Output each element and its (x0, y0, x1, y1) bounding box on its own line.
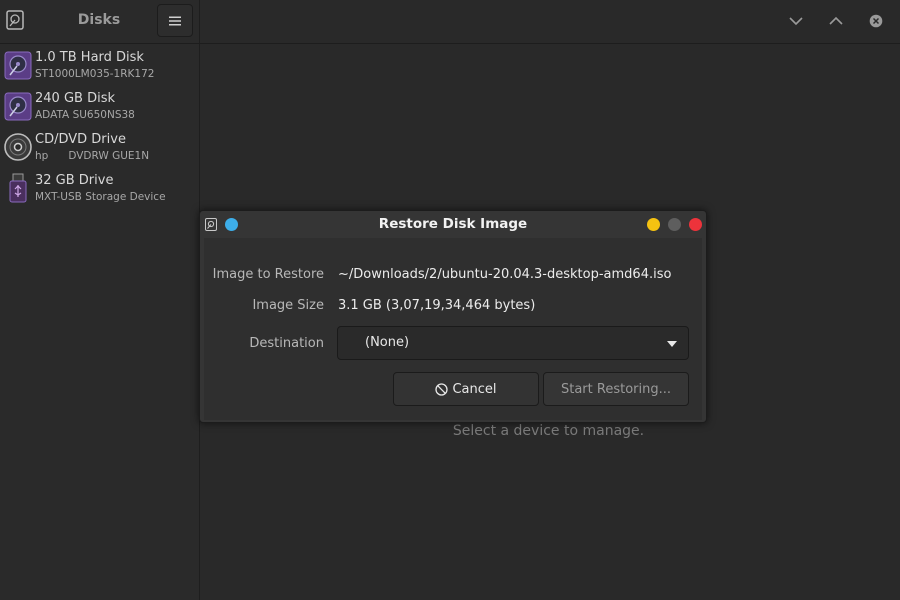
maximize-button[interactable] (827, 12, 845, 30)
dialog-close-button[interactable] (689, 218, 702, 231)
device-item-optical[interactable]: CD/DVD Drive hp DVDRW GUE1N (0, 130, 200, 171)
minimize-button[interactable] (787, 12, 805, 30)
close-button[interactable] (867, 12, 885, 30)
restore-disk-image-dialog: Restore Disk Image Image to Restore ~/Do… (199, 210, 707, 423)
dialog-maximize-button[interactable] (668, 218, 681, 231)
hamburger-menu-icon (169, 16, 181, 25)
device-item-hard-disk[interactable]: 1.0 TB Hard Disk ST1000LM035-1RK172 (0, 48, 200, 89)
optical-drive-icon (4, 133, 32, 161)
device-model: ADATA SU650NS38 (35, 109, 135, 121)
image-to-restore-value: ~/Downloads/2/ubuntu-20.04.3-desktop-amd… (338, 267, 672, 282)
device-model: hp DVDRW GUE1N (35, 150, 150, 162)
hard-disk-icon (4, 92, 32, 121)
device-name: 32 GB Drive (35, 173, 114, 188)
cancel-icon (435, 382, 449, 396)
destination-label: Destination (249, 336, 324, 351)
dialog-minimize-button[interactable] (647, 218, 660, 231)
device-name: CD/DVD Drive (35, 132, 126, 147)
device-list: 1.0 TB Hard Disk ST1000LM035-1RK172 240 … (0, 48, 200, 212)
disks-window: Disks 1.0 TB Hard Disk ST1000LM035-1RK17… (0, 0, 900, 600)
cancel-button-label: Cancel (452, 381, 497, 397)
empty-state-message: Select a device to manage. (452, 423, 645, 439)
hard-disk-icon (4, 51, 32, 80)
usb-drive-icon (9, 173, 27, 203)
destination-selected-value: (None) (365, 335, 410, 350)
image-size-label: Image Size (252, 298, 324, 313)
device-item-usb[interactable]: 32 GB Drive MXT-USB Storage Device (0, 171, 200, 212)
main-header (200, 0, 900, 44)
device-item-ssd[interactable]: 240 GB Disk ADATA SU650NS38 (0, 89, 200, 130)
cancel-button[interactable]: Cancel (393, 372, 539, 406)
dropdown-arrow-icon (667, 341, 677, 347)
start-restoring-label: Start Restoring... (560, 381, 671, 397)
device-model: ST1000LM035-1RK172 (35, 68, 155, 80)
device-name: 1.0 TB Hard Disk (35, 50, 144, 65)
image-to-restore-label: Image to Restore (212, 267, 324, 282)
sidebar: Disks 1.0 TB Hard Disk ST1000LM035-1RK17… (0, 0, 200, 600)
device-name: 240 GB Disk (35, 91, 115, 106)
start-restoring-button[interactable]: Start Restoring... (543, 372, 689, 406)
main-menu-button[interactable] (157, 4, 193, 37)
chevron-up-icon (829, 16, 843, 25)
destination-dropdown[interactable]: (None) (337, 326, 689, 360)
dialog-title: Restore Disk Image (378, 216, 528, 232)
chevron-down-icon (789, 17, 803, 26)
device-model: MXT-USB Storage Device (35, 191, 166, 203)
close-icon (869, 14, 883, 28)
image-size-value: 3.1 GB (3,07,19,34,464 bytes) (338, 298, 536, 313)
sidebar-header: Disks (0, 0, 200, 44)
dialog-body: Image to Restore ~/Downloads/2/ubuntu-20… (204, 238, 702, 420)
dialog-titlebar: Restore Disk Image (200, 211, 706, 238)
